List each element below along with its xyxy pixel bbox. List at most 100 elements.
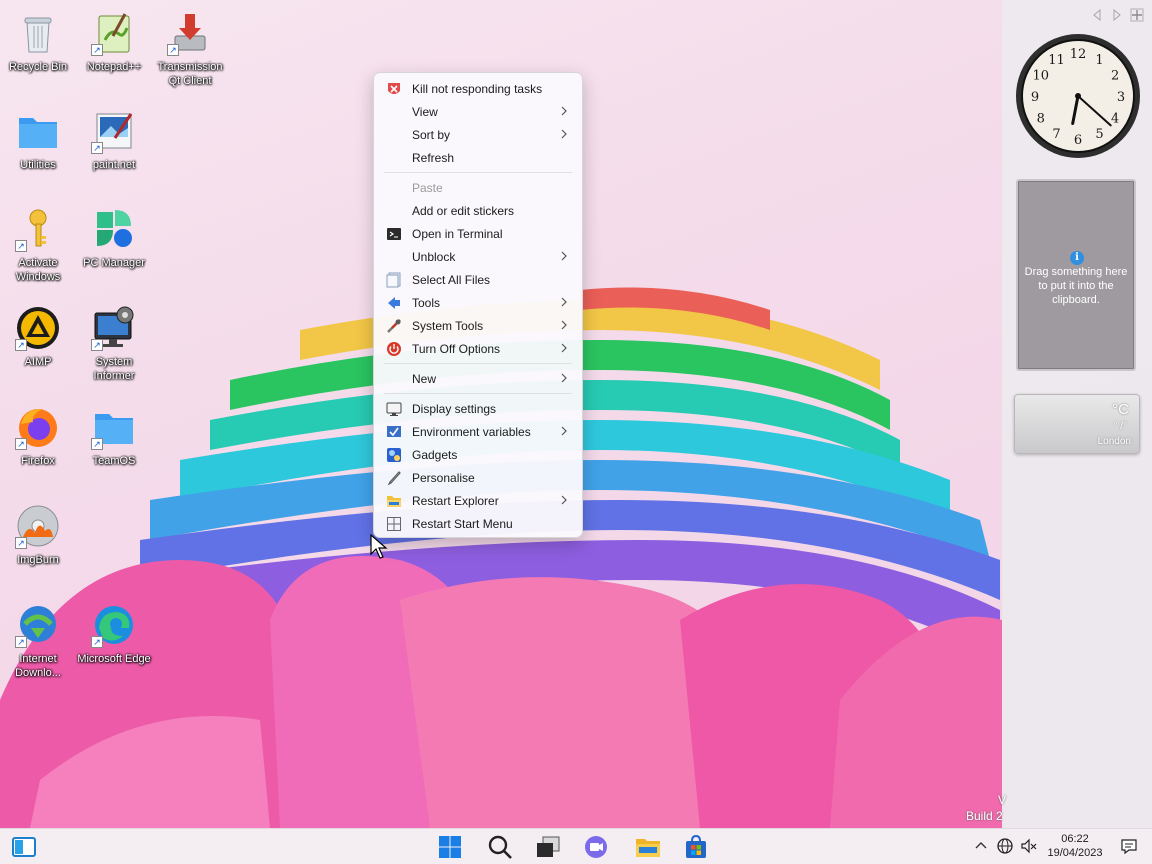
start-menu-icon [386, 516, 402, 532]
paintnet-icon: ↗ [91, 108, 137, 154]
clipboard-hint: Drag something here to put it into the c… [1024, 266, 1128, 306]
menu-item-display-settings[interactable]: Display settings [378, 397, 578, 420]
menu-item-sort-by[interactable]: Sort by [378, 123, 578, 146]
menu-item-label: Display settings [412, 401, 497, 416]
menu-item-system-tools[interactable]: System Tools [378, 314, 578, 337]
desktop-icon-imgburn[interactable]: ↗ ImgBurn [0, 503, 76, 567]
search-button[interactable] [486, 833, 514, 861]
menu-item-label: Kill not responding tasks [412, 81, 543, 96]
chevron-right-icon [558, 319, 570, 331]
menu-item-restart-start-menu[interactable]: Restart Start Menu [378, 512, 578, 535]
desktop-icon-firefox[interactable]: ↗ Firefox [0, 404, 76, 468]
desktop-icon-label: TeamOS [92, 455, 136, 467]
menu-item-new[interactable]: New [378, 367, 578, 390]
desktop-icon-system-informer[interactable]: ↗ System Informer [76, 305, 152, 383]
shortcut-arrow-icon: ↗ [15, 240, 27, 252]
menu-item-label: Restart Start Menu [412, 516, 513, 531]
folder-icon [15, 108, 61, 154]
desktop-icon-label: PC Manager [83, 257, 145, 269]
menu-item-label: Sort by [412, 127, 451, 142]
volume-muted-icon [1020, 838, 1038, 859]
clock-numeral: 2 [1111, 69, 1119, 84]
pc-manager-icon [91, 206, 137, 252]
desktop-icon-notepadpp[interactable]: ↗ Notepad++ [76, 10, 152, 74]
shortcut-arrow-icon: ↗ [15, 339, 27, 351]
explorer-icon [386, 493, 402, 509]
transmission-icon: ↗ [167, 10, 213, 56]
store-button[interactable] [682, 833, 710, 861]
store-icon [682, 834, 710, 864]
menu-item-label: Open in Terminal [412, 226, 503, 241]
clock-gadget[interactable]: 1 2 3 4 5 6 7 8 9 10 11 12 [1014, 32, 1142, 160]
desktop-icon-internet-download-manager[interactable]: ↗ Internet Downlo... [0, 602, 76, 680]
chat-button[interactable] [582, 833, 610, 861]
desktop-icon-pc-manager[interactable]: PC Manager [76, 206, 152, 270]
chevron-up-icon [972, 842, 990, 859]
weather-temperature: °C [1112, 401, 1129, 418]
menu-separator [384, 363, 572, 364]
menu-item-tools[interactable]: Tools [378, 291, 578, 314]
menu-item-turn-off-options[interactable]: Turn Off Options [378, 337, 578, 360]
menu-item-environment-variables[interactable]: Environment variables [378, 420, 578, 443]
desktop-icon-paintnet[interactable]: ↗ paint.net [76, 108, 152, 172]
taskbar-clock[interactable]: 06:22 19/04/2023 [1044, 832, 1106, 860]
sidebar-prev-icon[interactable] [1090, 8, 1104, 22]
desktop-context-menu: Kill not responding tasks View Sort by R… [373, 72, 583, 538]
menu-item-view[interactable]: View [378, 100, 578, 123]
clipboard-gadget[interactable]: i Drag something here to put it into the… [1016, 179, 1136, 371]
widgets-button[interactable] [10, 833, 38, 861]
notifications-button[interactable] [1120, 837, 1138, 855]
shortcut-arrow-icon: ↗ [91, 339, 103, 351]
menu-item-gadgets[interactable]: Gadgets [378, 443, 578, 466]
desktop-icon-label: AIMP [24, 356, 52, 368]
menu-item-kill-not-responding[interactable]: Kill not responding tasks [378, 77, 578, 100]
show-hidden-icons-button[interactable] [972, 837, 990, 855]
desktop-icon-activate-windows[interactable]: ↗ Activate Windows [0, 206, 76, 284]
clock-numeral: 6 [1074, 133, 1082, 148]
clock-numeral: 5 [1095, 127, 1103, 142]
firefox-icon: ↗ [15, 404, 61, 450]
desktop-icon-recycle-bin[interactable]: Recycle Bin [0, 10, 76, 74]
sidebar-next-icon[interactable] [1110, 8, 1124, 22]
network-button[interactable] [996, 837, 1014, 855]
clock-numeral: 8 [1037, 112, 1045, 127]
desktop-icon-label: paint.net [92, 159, 136, 171]
desktop-icon-label: Firefox [21, 455, 55, 467]
search-icon [486, 835, 514, 864]
desktop-icon-aimp[interactable]: ↗ AIMP [0, 305, 76, 369]
menu-item-restart-explorer[interactable]: Restart Explorer [378, 489, 578, 512]
menu-item-select-all-files[interactable]: Select All Files [378, 268, 578, 291]
terminal-icon [386, 226, 402, 242]
notification-icon [1120, 839, 1138, 859]
clock-numeral: 10 [1033, 69, 1050, 84]
info-icon: i [1070, 251, 1084, 265]
menu-item-refresh[interactable]: Refresh [378, 146, 578, 169]
start-button[interactable] [436, 833, 464, 861]
taskbar: 06:22 19/04/2023 [0, 828, 1152, 864]
menu-item-label: Refresh [412, 150, 455, 165]
desktop-icon-label: Internet Downlo... [15, 653, 61, 679]
desktop-icon-teamos[interactable]: ↗ TeamOS [76, 404, 152, 468]
file-explorer-button[interactable] [634, 833, 662, 861]
chevron-right-icon [558, 128, 570, 140]
menu-item-personalise[interactable]: Personalise [378, 466, 578, 489]
volume-button[interactable] [1020, 837, 1038, 855]
desktop-icon-label: Microsoft Edge [77, 653, 151, 665]
desktop-icon-label: Notepad++ [86, 61, 142, 73]
task-view-icon [534, 836, 562, 864]
environment-icon [386, 424, 402, 440]
task-view-button[interactable] [534, 833, 562, 861]
menu-item-stickers[interactable]: Add or edit stickers [378, 199, 578, 222]
desktop-icon-label: ImgBurn [17, 554, 59, 566]
menu-item-unblock[interactable]: Unblock [378, 245, 578, 268]
menu-item-open-in-terminal[interactable]: Open in Terminal [378, 222, 578, 245]
desktop-icon-transmission[interactable]: ↗ Transmission Qt Client [152, 10, 228, 88]
menu-item-label: Personalise [412, 470, 475, 485]
weather-gadget[interactable]: °C ° /° London [1014, 394, 1140, 454]
desktop-icon-utilities[interactable]: Utilities [0, 108, 76, 172]
folder-icon: ↗ [91, 404, 137, 450]
watermark-line-1: V [998, 793, 1007, 807]
shortcut-arrow-icon: ↗ [91, 142, 103, 154]
sidebar-add-gadget-icon[interactable] [1130, 8, 1144, 22]
desktop-icon-microsoft-edge[interactable]: ↗ Microsoft Edge [76, 602, 152, 666]
